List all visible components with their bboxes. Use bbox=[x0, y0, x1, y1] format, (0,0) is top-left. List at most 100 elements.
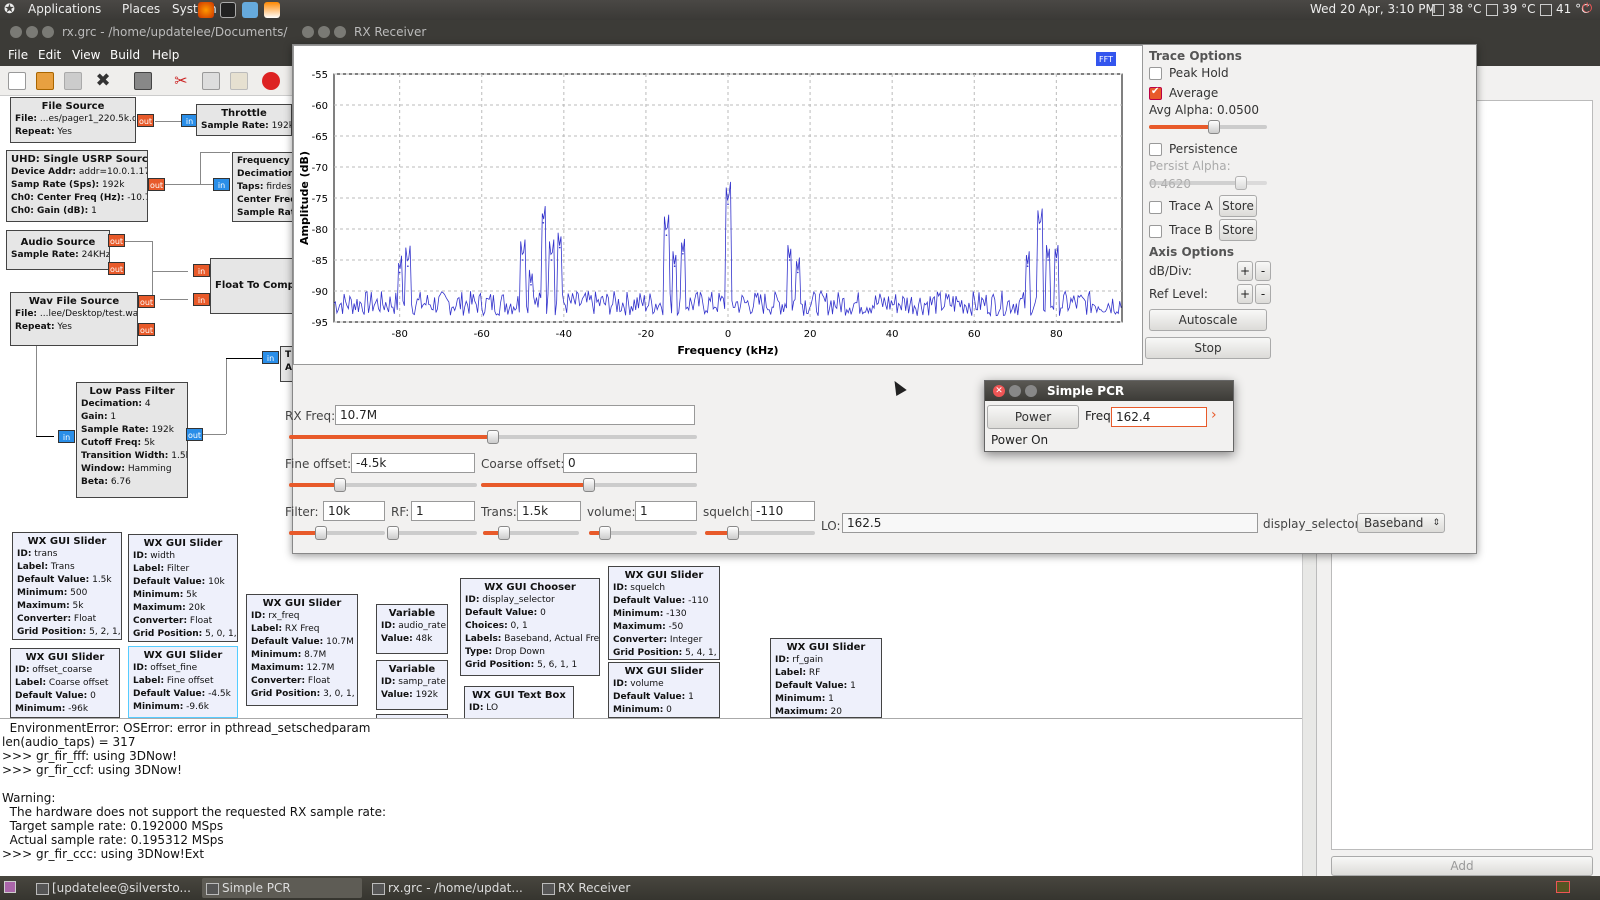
block-slider-width[interactable]: WX GUI Slider ID: width Label: Filter De… bbox=[128, 534, 238, 642]
filter-slider[interactable] bbox=[289, 526, 385, 540]
port-out[interactable]: out bbox=[186, 428, 203, 441]
trans-input[interactable]: 1.5k bbox=[517, 501, 581, 521]
block-slider-rf-gain[interactable]: WX GUI Slider ID: rf_gain Label: RF Defa… bbox=[770, 638, 882, 718]
block-slider-trans[interactable]: WX GUI Slider ID: trans Label: Trans Def… bbox=[12, 532, 122, 640]
fine-offset-input[interactable]: -4.5k bbox=[351, 453, 475, 473]
volume-slider[interactable] bbox=[589, 526, 697, 540]
trash-icon[interactable] bbox=[1556, 881, 1570, 893]
close-icon[interactable]: ✖ bbox=[94, 72, 112, 90]
rf-slider[interactable] bbox=[387, 526, 477, 540]
task-simple-pcr[interactable]: Simple PCR bbox=[202, 878, 362, 898]
ref-level-plus-button[interactable]: + bbox=[1237, 284, 1253, 304]
block-freq-xlating-fir[interactable]: Frequency Decimation Taps: firdes. Cente… bbox=[232, 152, 294, 222]
block-variable-audio-rate[interactable]: Variable ID: audio_rate Value: 48k bbox=[376, 604, 448, 654]
minimize-icon[interactable] bbox=[318, 26, 330, 38]
port-out[interactable]: out bbox=[138, 295, 155, 308]
rf-input[interactable]: 1 bbox=[411, 501, 475, 521]
stop-button[interactable]: Stop bbox=[1145, 337, 1271, 359]
show-desktop-icon[interactable] bbox=[4, 881, 16, 893]
block-float-to-complex[interactable]: Float To Compl bbox=[210, 258, 294, 314]
block-slider-offset-coarse[interactable]: WX GUI Slider ID: offset_coarse Label: C… bbox=[10, 648, 120, 718]
peak-hold-checkbox[interactable] bbox=[1149, 67, 1162, 80]
store-a-button[interactable]: Store bbox=[1219, 195, 1257, 217]
filter-input[interactable]: 10k bbox=[323, 501, 385, 521]
store-b-button[interactable]: Store bbox=[1219, 219, 1257, 241]
fft-plot-panel[interactable]: -80 -60 -40 -20 0 20 40 60 80 -55 -60 -65 -70 -75 -80 -… bbox=[293, 45, 1143, 365]
trace-a-checkbox[interactable] bbox=[1149, 201, 1162, 214]
port-in[interactable]: in bbox=[262, 351, 279, 364]
new-icon[interactable] bbox=[8, 72, 26, 90]
coarse-offset-input[interactable]: 0 bbox=[563, 453, 697, 473]
persistence-checkbox[interactable] bbox=[1149, 143, 1162, 156]
block-slider-offset-fine[interactable]: WX GUI Slider ID: offset_fine Label: Fin… bbox=[128, 646, 238, 718]
block-uhd-usrp-source[interactable]: UHD: Single USRP Source Device Addr: add… bbox=[6, 150, 148, 222]
block-wx-gui-text-box[interactable]: WX GUI Text Box ID: LO bbox=[464, 686, 574, 722]
open-icon[interactable] bbox=[36, 72, 54, 90]
menu-build[interactable]: Build bbox=[110, 48, 140, 62]
add-button[interactable]: Add bbox=[1331, 856, 1593, 876]
block-file-source[interactable]: File Source File: ...es/pager1_220.5k.da… bbox=[10, 97, 136, 143]
port-out[interactable]: out bbox=[138, 323, 155, 336]
cut-icon[interactable]: ✂ bbox=[172, 72, 190, 90]
avg-alpha-slider[interactable] bbox=[1149, 120, 1267, 134]
port-in[interactable]: in bbox=[58, 430, 75, 443]
go-arrow-icon[interactable]: › bbox=[1211, 407, 1217, 423]
block-slider-volume[interactable]: WX GUI Slider ID: volume Default Value: … bbox=[608, 662, 720, 718]
maximize-icon[interactable] bbox=[42, 26, 54, 38]
terminal-icon[interactable] bbox=[220, 2, 236, 18]
display-selector-dropdown[interactable]: Baseband ⇕ bbox=[1357, 513, 1445, 533]
power-button[interactable]: Power bbox=[987, 405, 1079, 429]
copy-icon[interactable] bbox=[202, 72, 220, 90]
task-grc[interactable]: rx.grc - /home/updat... bbox=[368, 878, 534, 898]
minimize-icon[interactable] bbox=[1009, 385, 1021, 397]
block-slider-rx-freq[interactable]: WX GUI Slider ID: rx_freq Label: RX Freq… bbox=[246, 594, 358, 706]
db-div-minus-button[interactable]: - bbox=[1255, 261, 1271, 281]
port-in[interactable]: in bbox=[193, 293, 210, 306]
close-icon[interactable] bbox=[10, 26, 22, 38]
ubuntu-logo-icon[interactable]: ✪ bbox=[4, 2, 15, 17]
port-out[interactable]: out bbox=[108, 262, 125, 275]
menu-applications[interactable]: Applications bbox=[28, 2, 101, 16]
block-wav-file-source[interactable]: Wav File Source File: ...lee/Desktop/tes… bbox=[10, 292, 138, 346]
console-scrollbar[interactable] bbox=[1302, 718, 1316, 876]
port-out[interactable]: out bbox=[148, 178, 165, 191]
task-rx-receiver[interactable]: RX Receiver bbox=[538, 878, 704, 898]
port-out[interactable]: out bbox=[108, 234, 125, 247]
db-div-plus-button[interactable]: + bbox=[1237, 261, 1253, 281]
network-icon[interactable] bbox=[242, 2, 258, 18]
menu-file[interactable]: File bbox=[8, 48, 28, 62]
close-icon[interactable] bbox=[302, 26, 314, 38]
power-icon[interactable]: ⏻ bbox=[1582, 1, 1592, 16]
persist-alpha-slider[interactable] bbox=[1149, 176, 1267, 190]
firefox-icon[interactable] bbox=[198, 2, 214, 18]
maximize-icon[interactable] bbox=[1025, 385, 1037, 397]
task-terminal[interactable]: [updatelee@silversto... bbox=[32, 878, 198, 898]
maximize-icon[interactable] bbox=[334, 26, 346, 38]
vlc-icon[interactable] bbox=[264, 2, 280, 18]
clock[interactable]: Wed 20 Apr, 3:10 PM bbox=[1310, 2, 1436, 16]
block-audio-source[interactable]: Audio Source Sample Rate: 24KHz bbox=[6, 230, 110, 270]
autoscale-button[interactable]: Autoscale bbox=[1149, 309, 1267, 331]
paste-icon[interactable] bbox=[230, 72, 248, 90]
print-icon[interactable] bbox=[134, 72, 152, 90]
block-slider-squelch[interactable]: WX GUI Slider ID: squelch Default Value:… bbox=[608, 566, 720, 660]
block-wx-gui-chooser[interactable]: WX GUI Chooser ID: display_selector Defa… bbox=[460, 578, 600, 676]
block-variable-samp-rate[interactable]: Variable ID: samp_rate Value: 192k bbox=[376, 660, 448, 710]
port-out[interactable]: out bbox=[137, 114, 154, 127]
freq-input[interactable]: 162.4 bbox=[1111, 407, 1207, 427]
stop-icon[interactable] bbox=[262, 72, 280, 90]
close-icon[interactable]: ✕ bbox=[993, 385, 1005, 397]
block-low-pass-filter[interactable]: Low Pass Filter Decimation: 4 Gain: 1 Sa… bbox=[76, 382, 188, 498]
trans-slider[interactable] bbox=[483, 526, 579, 540]
squelch-slider[interactable] bbox=[705, 526, 815, 540]
coarse-offset-slider[interactable] bbox=[481, 478, 697, 492]
ref-level-minus-button[interactable]: - bbox=[1255, 284, 1271, 304]
lo-textbox[interactable]: 162.5 bbox=[842, 513, 1258, 533]
squelch-input[interactable]: -110 bbox=[751, 501, 815, 521]
menu-view[interactable]: View bbox=[72, 48, 100, 62]
minimize-icon[interactable] bbox=[26, 26, 38, 38]
menu-edit[interactable]: Edit bbox=[38, 48, 61, 62]
menu-help[interactable]: Help bbox=[152, 48, 179, 62]
console-output[interactable]: EnvironmentError: OSError: error in pthr… bbox=[0, 718, 1316, 876]
block-throttle[interactable]: Throttle Sample Rate: 192k bbox=[196, 104, 292, 136]
